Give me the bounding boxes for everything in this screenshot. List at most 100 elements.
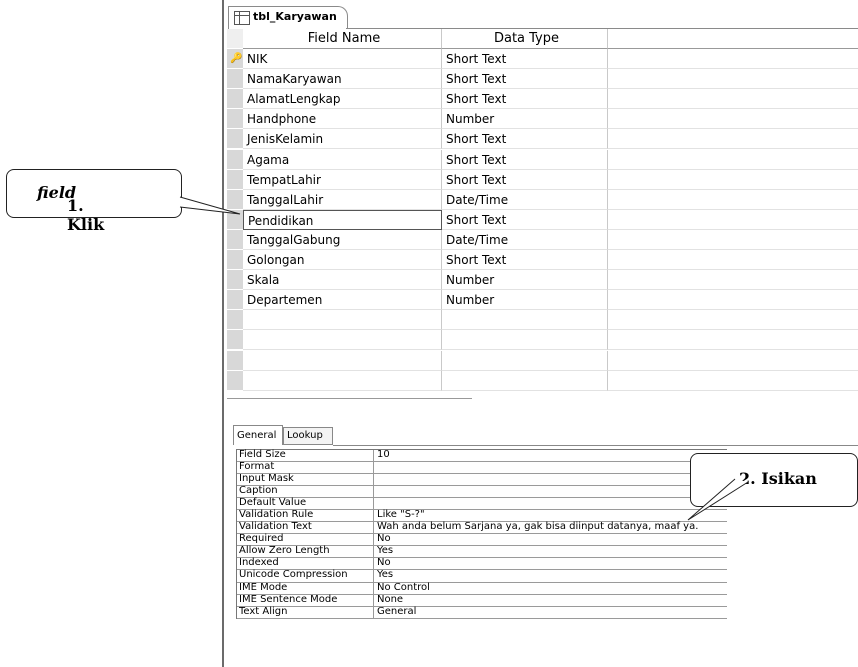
data-type-cell[interactable]: Short Text (442, 149, 608, 170)
property-value-input[interactable]: Wah anda belum Sarjana ya, gak bisa diin… (377, 521, 698, 532)
data-type-cell[interactable]: Number (442, 109, 608, 130)
data-type-cell[interactable] (442, 370, 608, 391)
field-name-cell[interactable]: Golongan (243, 250, 442, 270)
description-cell[interactable] (608, 89, 858, 110)
field-name-cell[interactable]: JenisKelamin (243, 129, 442, 150)
property-row[interactable]: Allow Zero Length Yes (237, 545, 727, 559)
row-selector[interactable] (227, 350, 243, 371)
description-cell[interactable] (608, 351, 858, 371)
description-cell[interactable] (608, 210, 858, 230)
data-type-cell[interactable]: Short Text (442, 69, 608, 90)
data-type-cell[interactable]: Short Text (442, 250, 608, 270)
row-selector[interactable] (227, 89, 243, 110)
field-row[interactable] (227, 350, 858, 371)
property-row[interactable]: Text Align General (237, 606, 727, 619)
row-selector[interactable] (227, 250, 243, 270)
table-tab[interactable]: tbl_Karyawan (228, 6, 348, 29)
description-cell[interactable] (608, 250, 858, 270)
property-value-input[interactable]: Like "S-?" (377, 509, 425, 520)
description-cell[interactable] (608, 69, 858, 90)
data-type-cell[interactable]: Date/Time (442, 189, 608, 210)
row-selector[interactable] (227, 109, 243, 130)
description-cell[interactable] (608, 129, 858, 150)
data-type-cell[interactable]: Short Text (442, 49, 608, 69)
field-name-cell[interactable]: TanggalLahir (243, 189, 442, 210)
row-selector[interactable] (227, 129, 243, 150)
field-name-cell[interactable]: Departemen (243, 290, 442, 311)
field-name-cell[interactable]: Skala (243, 270, 442, 291)
property-value-input[interactable]: General (377, 606, 416, 617)
row-selector[interactable] (227, 229, 243, 250)
description-cell[interactable] (608, 49, 858, 69)
property-row[interactable]: Input Mask (237, 473, 727, 487)
field-name-cell[interactable]: TempatLahir (243, 169, 442, 190)
description-cell[interactable] (608, 290, 858, 311)
field-row[interactable]: Agama Short Text (227, 149, 858, 170)
tab-lookup[interactable]: Lookup (283, 427, 333, 445)
property-value-input[interactable]: Yes (377, 545, 393, 556)
field-name-cell[interactable] (243, 310, 442, 331)
field-row[interactable]: AlamatLengkap Short Text (227, 89, 858, 110)
field-row[interactable] (227, 370, 858, 391)
description-cell[interactable] (608, 170, 858, 190)
property-row[interactable]: Caption (237, 485, 727, 499)
data-type-cell[interactable]: Short Text (442, 129, 608, 150)
field-name-cell[interactable]: NamaKaryawan (243, 69, 442, 90)
field-row[interactable]: TanggalGabung Date/Time (227, 229, 858, 250)
property-value-input[interactable]: No (377, 533, 391, 544)
row-selector[interactable] (227, 330, 243, 351)
field-row[interactable]: NamaKaryawan Short Text (227, 69, 858, 90)
property-row[interactable]: Format (237, 461, 727, 475)
description-cell[interactable] (608, 371, 858, 391)
field-row[interactable]: Pendidikan Short Text (227, 209, 858, 230)
field-name-cell[interactable] (243, 330, 442, 351)
data-type-cell[interactable]: Number (442, 290, 608, 311)
description-cell[interactable] (608, 109, 858, 130)
field-row[interactable]: Departemen Number (227, 290, 858, 311)
row-selector[interactable] (227, 189, 243, 210)
row-selector[interactable] (227, 290, 243, 311)
header-selector[interactable] (227, 29, 243, 49)
field-row[interactable] (227, 330, 858, 351)
field-name-cell[interactable]: TanggalGabung (243, 229, 442, 250)
row-selector[interactable]: 🔑 (227, 49, 243, 69)
property-row[interactable]: IME Sentence Mode None (237, 594, 727, 607)
field-row[interactable]: Golongan Short Text (227, 250, 858, 270)
row-selector[interactable] (227, 69, 243, 90)
row-selector[interactable] (227, 149, 243, 170)
field-name-cell[interactable] (243, 370, 442, 391)
data-type-cell[interactable]: Short Text (442, 89, 608, 110)
property-value-input[interactable]: No (377, 557, 391, 568)
description-cell[interactable] (608, 150, 858, 170)
property-value-input[interactable]: None (377, 594, 403, 605)
description-cell[interactable] (608, 330, 858, 351)
field-name-cell[interactable]: Agama (243, 149, 442, 170)
data-type-cell[interactable]: Short Text (442, 209, 608, 230)
tab-general[interactable]: General (233, 425, 283, 445)
data-type-cell[interactable] (442, 350, 608, 371)
data-type-cell[interactable] (442, 310, 608, 331)
property-row[interactable]: Validation Text Wah anda belum Sarjana ya… (237, 521, 727, 535)
row-selector[interactable] (227, 370, 243, 391)
property-row[interactable]: Unicode Compression Yes (237, 569, 727, 583)
field-name-cell[interactable]: Handphone (243, 109, 442, 130)
data-type-cell[interactable]: Number (442, 270, 608, 291)
field-name-cell[interactable]: AlamatLengkap (243, 89, 442, 110)
data-type-cell[interactable]: Short Text (442, 169, 608, 190)
data-type-cell[interactable]: Date/Time (442, 229, 608, 250)
property-value-input[interactable]: 10 (377, 449, 390, 460)
data-type-cell[interactable] (442, 330, 608, 351)
description-cell[interactable] (608, 270, 858, 291)
row-selector[interactable] (227, 169, 243, 190)
property-row[interactable]: Field Size 10 (237, 449, 727, 463)
field-name-cell[interactable]: NIK (243, 49, 442, 69)
field-row[interactable]: 🔑 NIK Short Text (227, 49, 858, 69)
field-name-cell[interactable] (243, 350, 442, 371)
field-row[interactable] (227, 310, 858, 331)
field-row[interactable]: JenisKelamin Short Text (227, 129, 858, 150)
row-selector[interactable] (227, 310, 243, 331)
property-value-input[interactable]: No Control (377, 582, 430, 593)
description-cell[interactable] (608, 230, 858, 250)
description-cell[interactable] (608, 190, 858, 210)
property-value-input[interactable]: Yes (377, 569, 393, 580)
